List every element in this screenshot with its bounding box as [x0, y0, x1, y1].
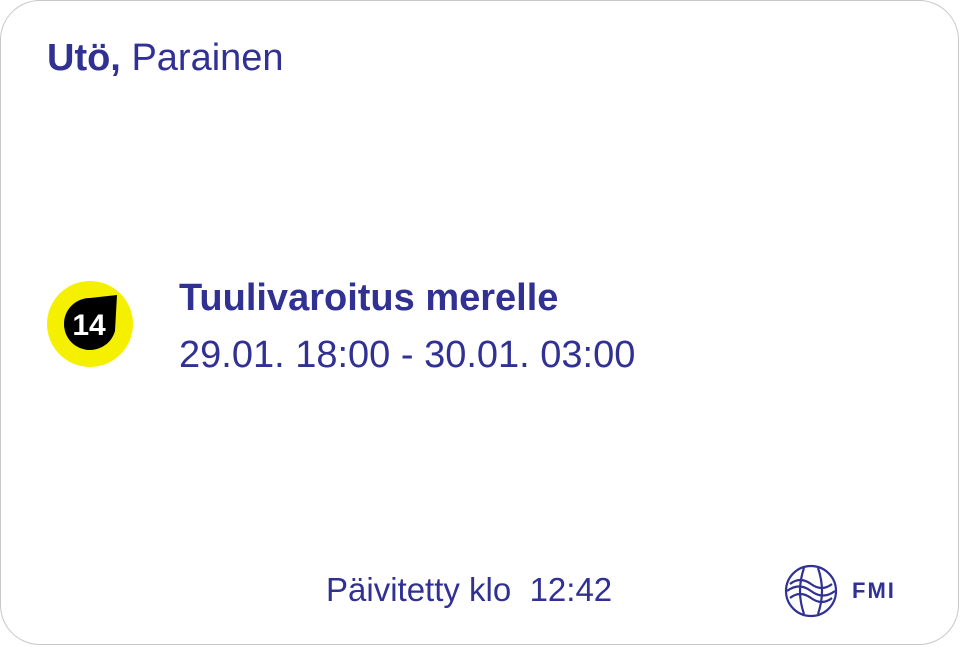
warning-widget[interactable]: Utö, Parainen 14 Tuulivaroitus merelle 2… — [0, 0, 959, 645]
fmi-emblem-icon — [784, 564, 838, 618]
fmi-logo: FMI — [784, 564, 896, 618]
badge-value: 14 — [72, 309, 106, 342]
location-title: Utö, Parainen — [47, 35, 284, 81]
updated-timestamp: Päivitetty klo 12:42 — [326, 571, 613, 608]
fmi-logo-text: FMI — [852, 578, 896, 603]
warning-title: Tuulivaroitus merelle — [179, 277, 559, 319]
wind-warning-icon: 14 — [47, 281, 133, 367]
location-place: Utö, — [47, 37, 121, 79]
wind-warning-badge: 14 — [47, 281, 133, 367]
location-municipality: Parainen — [131, 37, 284, 79]
warning-time-range: 29.01. 18:00 - 30.01. 03:00 — [179, 334, 636, 376]
